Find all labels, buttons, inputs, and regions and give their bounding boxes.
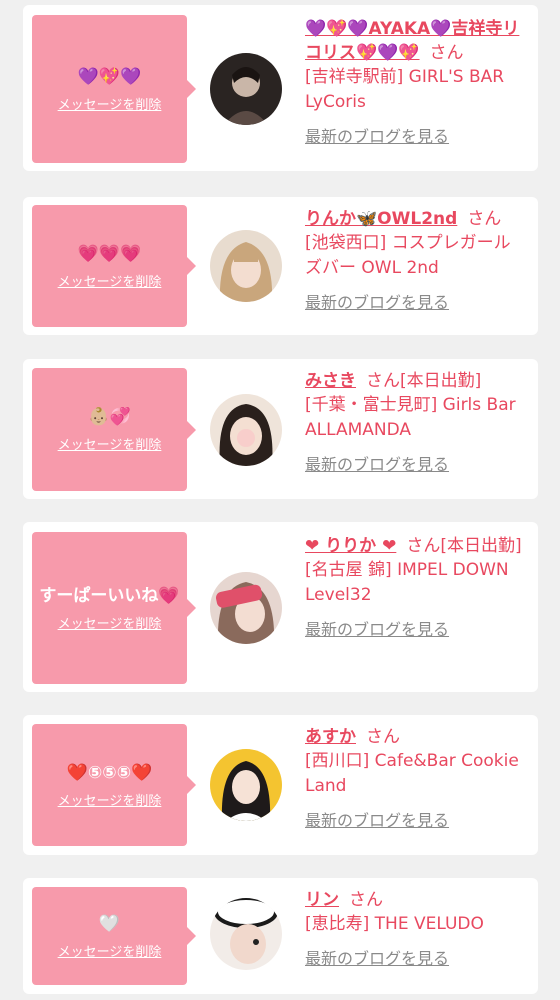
shop-name: [池袋西口] コスプレガールズバー OWL 2nd [305,233,511,278]
status-badge: [本日出勤] [400,371,482,391]
message-list: 💜💖💜 メッセージを削除 💜💖💜AYAKA💜吉祥寺リコリス💖💜💖 さん [吉祥寺駅… [0,0,560,1000]
latest-blog-link[interactable]: 最新のブログを見る [305,291,449,315]
honorific: さん [349,890,383,910]
card-info: りんか🦋OWL2nd さん [池袋西口] コスプレガールズバー OWL 2nd 最… [305,207,527,315]
message-card: すーぱーいいね💗 メッセージを削除 ❤ りりか ❤ さん[本日出勤] [名古屋 錦… [23,522,538,692]
avatar[interactable] [210,53,282,125]
message-card: 💜💖💜 メッセージを削除 💜💖💜AYAKA💜吉祥寺リコリス💖💜💖 さん [吉祥寺駅… [23,5,538,171]
delete-message-link[interactable]: メッセージを削除 [58,613,162,632]
avatar[interactable] [210,898,282,970]
card-info: ❤ りりか ❤ さん[本日出勤] [名古屋 錦] IMPEL DOWN Level… [305,534,527,642]
honorific: さん [406,536,441,556]
latest-blog-link[interactable]: 最新のブログを見る [305,947,449,971]
card-info: あすか さん [西川口] Cafe&Bar Cookie Land 最新のブログを… [305,725,527,833]
message-card: 💗💗💗 メッセージを削除 りんか🦋OWL2nd さん [池袋西口] コスプレガール… [23,197,538,335]
honorific: さん [467,209,502,229]
girl-name-link[interactable]: みさき [305,371,356,391]
message-card: 🤍 メッセージを削除 リン さん [恵比寿] THE VELUDO 最新のブログを… [23,878,538,994]
avatar-photo-icon [210,572,282,644]
message-text: 💜💖💜 [77,66,142,87]
honorific: さん [366,371,400,391]
honorific: さん [366,727,400,747]
avatar[interactable] [210,394,282,466]
message-text: 💗💗💗 [77,243,142,264]
honorific: さん [429,43,464,63]
message-bubble: 👶🏼💞 メッセージを削除 [32,368,196,491]
avatar-photo-icon [210,394,282,466]
avatar[interactable] [210,749,282,821]
shop-name: [西川口] Cafe&Bar Cookie Land [305,751,519,796]
delete-message-link[interactable]: メッセージを削除 [58,434,162,453]
delete-message-link[interactable]: メッセージを削除 [58,271,162,290]
card-info: リン さん [恵比寿] THE VELUDO 最新のブログを見る [305,888,527,971]
girl-name-link[interactable]: リン [305,890,339,910]
girl-name-link[interactable]: あすか [305,727,356,747]
delete-message-link[interactable]: メッセージを削除 [58,790,162,809]
message-text: ❤️⑤⑤⑤❤️ [66,762,153,783]
girl-name-link[interactable]: ❤ りりか ❤ [305,536,396,556]
latest-blog-link[interactable]: 最新のブログを見る [305,125,449,149]
message-card: 👶🏼💞 メッセージを削除 みさき さん[本日出勤] [千葉・富士見町] Girls… [23,359,538,499]
shop-name: [千葉・富士見町] Girls Bar ALLAMANDA [305,395,516,440]
message-text: 🤍 [98,913,121,934]
avatar-photo-icon [210,230,282,302]
message-bubble: ❤️⑤⑤⑤❤️ メッセージを削除 [32,724,196,846]
delete-message-link[interactable]: メッセージを削除 [58,94,162,113]
avatar[interactable] [210,230,282,302]
avatar-photo-icon [210,53,282,125]
latest-blog-link[interactable]: 最新のブログを見る [305,809,449,833]
avatar-photo-icon [210,749,282,821]
delete-message-link[interactable]: メッセージを削除 [58,941,162,960]
avatar-photo-icon [210,898,282,970]
status-badge: [本日出勤] [440,536,522,556]
message-text: すーぱーいいね💗 [39,585,180,606]
card-info: みさき さん[本日出勤] [千葉・富士見町] Girls Bar ALLAMAND… [305,369,527,477]
card-info: 💜💖💜AYAKA💜吉祥寺リコリス💖💜💖 さん [吉祥寺駅前] GIRL'S BAR… [305,17,527,149]
message-text: 👶🏼💞 [88,407,131,427]
shop-name: [名古屋 錦] IMPEL DOWN Level32 [305,560,509,605]
shop-name: [恵比寿] THE VELUDO [305,914,484,934]
shop-name: [吉祥寺駅前] GIRL'S BAR LyCoris [305,67,505,112]
message-bubble: 💗💗💗 メッセージを削除 [32,205,196,327]
girl-name-link[interactable]: りんか🦋OWL2nd [305,209,457,229]
latest-blog-link[interactable]: 最新のブログを見る [305,453,449,477]
message-bubble: すーぱーいいね💗 メッセージを削除 [32,532,196,684]
message-bubble: 💜💖💜 メッセージを削除 [32,15,196,163]
message-card: ❤️⑤⑤⑤❤️ メッセージを削除 あすか さん [西川口] Cafe&Bar Co… [23,715,538,855]
latest-blog-link[interactable]: 最新のブログを見る [305,618,449,642]
avatar[interactable] [210,572,282,644]
message-bubble: 🤍 メッセージを削除 [32,887,196,985]
girl-name-link[interactable]: 💜💖💜AYAKA💜吉祥寺リコリス💖💜💖 [305,19,519,63]
